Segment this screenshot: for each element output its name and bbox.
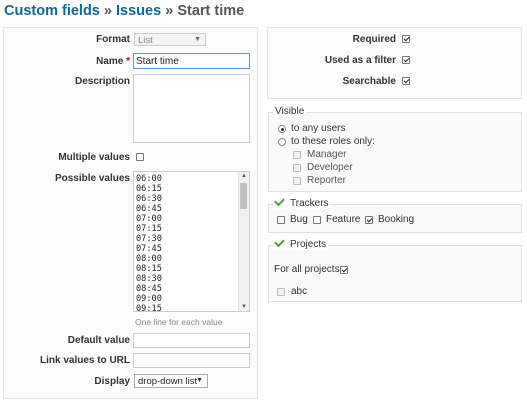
- possible-value-line: 09:15: [136, 304, 162, 312]
- projects-legend[interactable]: Projects: [273, 236, 329, 250]
- default-value-input[interactable]: [133, 333, 250, 348]
- possible-value-line: 06:15: [136, 184, 162, 194]
- searchable-label: Searchable: [342, 76, 396, 87]
- required-label: Required: [352, 34, 396, 45]
- tracker-label-booking: Booking: [378, 214, 415, 225]
- display-select[interactable]: drop-down list ▼: [134, 374, 208, 388]
- visible-any-users-label: to any users: [291, 123, 346, 134]
- possible-value-line: 08:45: [136, 284, 162, 294]
- for-all-projects-checkbox[interactable]: [340, 266, 348, 274]
- possible-value-line: 07:00: [136, 214, 162, 224]
- project-checkbox[interactable]: [277, 288, 285, 296]
- possible-value-line: 09:00: [136, 294, 162, 304]
- link-values-input[interactable]: [133, 353, 250, 368]
- visible-any-users-radio[interactable]: [278, 125, 286, 133]
- breadcrumb-separator: »: [165, 3, 174, 19]
- possible-value-line: 07:15: [136, 224, 162, 234]
- visible-roles-only-label: to these roles only:: [291, 136, 375, 147]
- role-checkbox[interactable]: [293, 177, 301, 185]
- breadcrumb-issues-link[interactable]: Issues: [116, 3, 161, 19]
- trackers-legend[interactable]: Trackers: [273, 195, 331, 209]
- values-scrollbar[interactable]: ▲ ▼: [238, 172, 249, 311]
- possible-value-line: 06:45: [136, 204, 162, 214]
- name-label: Name *: [96, 56, 130, 67]
- possible-value-line: 08:15: [136, 264, 162, 274]
- possible-values-textarea[interactable]: 06:00 06:15 06:30 06:45 07:00 07:15 07:30 07:45…: [133, 171, 250, 312]
- required-checkbox[interactable]: [402, 35, 410, 43]
- possible-values-label: Possible values: [54, 173, 130, 184]
- page-title: Custom fields » Issues » Start time: [4, 3, 244, 19]
- tracker-label-bug: Bug: [290, 214, 308, 225]
- tracker-checkbox-feature[interactable]: [313, 216, 321, 224]
- multiple-values-label: Multiple values: [58, 152, 130, 163]
- used-as-filter-checkbox[interactable]: [402, 56, 410, 64]
- possible-value-line: 06:30: [136, 194, 162, 204]
- project-label: abc: [291, 286, 308, 297]
- scroll-up-icon[interactable]: ▲: [241, 173, 247, 179]
- visible-roles-only-radio[interactable]: [278, 138, 286, 146]
- toggle-check-icon: [274, 195, 285, 207]
- format-select-value: List: [138, 35, 153, 46]
- tracker-checkbox-bug[interactable]: [277, 216, 285, 224]
- possible-value-line: 06:00: [136, 174, 162, 184]
- display-select-value: drop-down list: [138, 376, 198, 387]
- possible-values-list: 06:00 06:15 06:30 06:45 07:00 07:15 07:30 07:45…: [136, 174, 162, 312]
- scroll-thumb[interactable]: [240, 183, 247, 209]
- role-checkbox[interactable]: [293, 151, 301, 159]
- role-label: Reporter: [307, 175, 346, 186]
- breadcrumb-current: Start time: [177, 3, 245, 19]
- name-input[interactable]: [133, 53, 250, 69]
- possible-value-line: 08:30: [136, 274, 162, 284]
- for-all-projects-label: For all projects: [274, 264, 340, 275]
- possible-values-hint: One line for each value: [135, 317, 223, 327]
- possible-value-line: 08:00: [136, 254, 162, 264]
- searchable-checkbox[interactable]: [402, 77, 410, 85]
- tracker-label-feature: Feature: [326, 214, 361, 225]
- scroll-down-icon[interactable]: ▼: [241, 304, 247, 310]
- breadcrumb-separator: »: [103, 3, 112, 19]
- format-label: Format: [96, 34, 130, 45]
- required-star: *: [126, 56, 130, 67]
- description-textarea[interactable]: [133, 74, 250, 143]
- role-label: Developer: [307, 162, 353, 173]
- default-value-label: Default value: [67, 335, 130, 346]
- chevron-down-icon: ▼: [196, 377, 203, 384]
- role-label: Manager: [307, 149, 347, 160]
- multiple-values-checkbox[interactable]: [136, 153, 144, 161]
- format-select[interactable]: List ▼: [134, 33, 206, 46]
- description-label: Description: [74, 76, 130, 87]
- tracker-checkbox-booking[interactable]: [365, 216, 373, 224]
- used-as-filter-label: Used as a filter: [324, 55, 396, 66]
- possible-value-line: 07:45: [136, 244, 162, 254]
- role-checkbox[interactable]: [293, 164, 301, 172]
- toggle-check-icon: [274, 236, 285, 248]
- visible-legend: Visible: [273, 106, 307, 117]
- possible-value-line: 07:30: [136, 234, 162, 244]
- breadcrumb-custom-fields-link[interactable]: Custom fields: [4, 3, 100, 19]
- display-label: Display: [94, 376, 130, 387]
- chevron-down-icon: ▼: [194, 36, 201, 43]
- link-values-label: Link values to URL: [39, 355, 130, 366]
